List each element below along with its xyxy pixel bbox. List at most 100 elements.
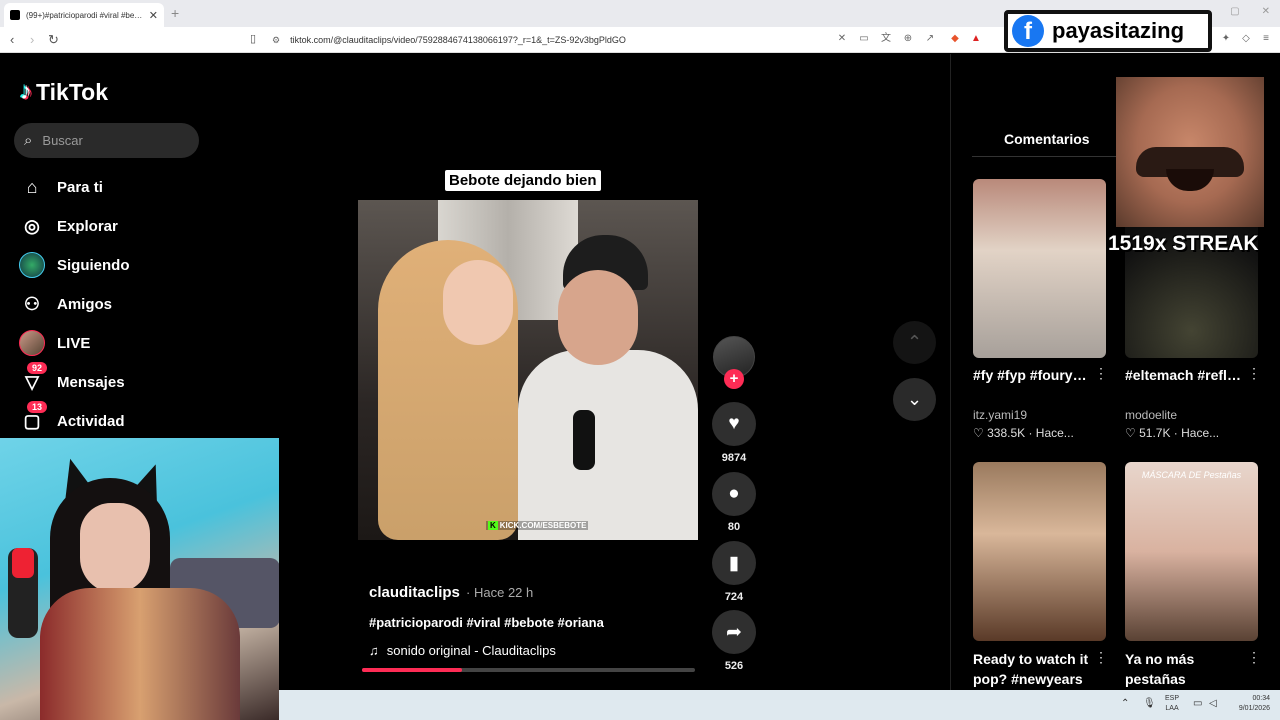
streak-counter: 1519x STREAK (1108, 232, 1259, 255)
friends-icon: ⚇ (23, 293, 41, 314)
sound-name: sonido original - Clauditaclips (386, 643, 556, 658)
comment-count: 80 (727, 521, 741, 533)
brave-shield-icon[interactable]: ◆ (949, 33, 961, 45)
sidebar-item-label: Actividad (57, 412, 125, 430)
tiktok-logo[interactable]: ♪ TikTok (20, 78, 108, 106)
video-hashtags[interactable]: #patricioparodi #viral #bebote #oriana (369, 615, 604, 630)
mic-tray-icon[interactable]: 🎙︎ (1143, 698, 1156, 709)
heart-icon: ♥ (728, 413, 740, 434)
sidebar-item-label: LIVE (57, 334, 91, 352)
sidebar-item-mensajes[interactable]: ▽ 92 Mensajes (18, 362, 208, 397)
tab-title: (99+)#patricioparodi #viral #bebote (26, 10, 143, 20)
extensions-icon[interactable]: ✦ (1220, 33, 1232, 45)
comment-icon: ● (728, 483, 740, 504)
post-time: · Hace 22 h (466, 585, 534, 600)
following-avatar-icon (18, 251, 46, 279)
share-count: 526 (724, 660, 744, 672)
sidebar-item-explorar[interactable]: ◎ Explorar (18, 211, 208, 241)
translate-icon[interactable]: 文 (880, 33, 892, 45)
activity-badge: 13 (27, 401, 48, 413)
webcam-overlay (0, 438, 279, 720)
thumbnail-text: MÁSCARA DE Pestañas (1141, 470, 1242, 480)
sidebar-item-para-ti[interactable]: ⌂ Para ti (18, 172, 208, 202)
windows-taskbar: ⌃ 🎙︎ ▭ ◁ (279, 690, 1280, 720)
tiktok-favicon-icon (10, 10, 20, 20)
maximize-icon[interactable]: ▢ (1230, 6, 1239, 17)
language-indicator[interactable]: ESP LAA (1165, 694, 1179, 714)
card-stats: ♡ 338.5K · Hace... (973, 426, 1074, 440)
site-info-icon[interactable]: ⚙ (272, 35, 280, 46)
share-button[interactable]: ➦ (712, 610, 756, 654)
search-icon: ⌕ (24, 132, 33, 149)
facebook-icon: f (1012, 15, 1044, 47)
card-title[interactable]: #fy #fyp #fouryoupage... (973, 365, 1093, 385)
video-thumbnail[interactable] (973, 462, 1106, 641)
share-icon[interactable]: ↗ (924, 33, 936, 45)
like-count: 9874 (721, 452, 747, 464)
browser-tab[interactable]: (99+)#patricioparodi #viral #bebote ✕ (4, 3, 164, 27)
more-options-icon[interactable]: ⋮ (1094, 649, 1108, 666)
home-icon: ⌂ (26, 176, 38, 197)
video-author[interactable]: clauditaclips · Hace 22 h (369, 584, 533, 601)
sidebar-item-live[interactable]: LIVE (18, 328, 208, 358)
close-window-icon[interactable]: ✕ (1262, 6, 1270, 17)
heart-outline-icon: ♡ (1125, 426, 1140, 440)
tab-close-icon[interactable]: ✕ (149, 9, 158, 22)
more-options-icon[interactable]: ⋮ (1094, 365, 1108, 382)
vpn-icon[interactable]: ◇ (1240, 33, 1252, 45)
card-stats: ♡ 51.7K · Hace... (1125, 426, 1220, 440)
new-tab-button[interactable]: + (171, 5, 179, 21)
volume-icon[interactable]: ◁ (1209, 698, 1217, 709)
kick-watermark: K KICK.COM/ESBEBOTE (486, 521, 589, 530)
zoom-icon[interactable]: ⊕ (902, 33, 914, 45)
save-button[interactable]: ▮ (712, 541, 756, 585)
no-translate-icon[interactable]: ✕ (836, 33, 848, 45)
microphone-icon (8, 548, 38, 638)
sidebar-item-siguiendo[interactable]: Siguiendo (18, 250, 208, 280)
tab-comentarios[interactable]: Comentarios (1004, 131, 1090, 147)
bookmark-icon: ▮ (728, 552, 740, 574)
reload-icon[interactable]: ↻ (48, 32, 59, 48)
back-icon[interactable]: ‹ (10, 32, 14, 47)
video-sound[interactable]: ♫ sonido original - Clauditaclips (369, 643, 556, 658)
logo-text: TikTok (36, 78, 108, 105)
follow-button[interactable]: + (724, 369, 744, 389)
chevron-up-icon: ⌃ (906, 332, 923, 352)
sidebar-item-amigos[interactable]: ⚇ Amigos (18, 289, 208, 319)
tray-chevron-up-icon[interactable]: ⌃ (1121, 698, 1129, 709)
sidebar-item-actividad[interactable]: ▢ 13 Actividad (18, 401, 208, 436)
chevron-down-icon: ⌄ (906, 389, 923, 409)
more-options-icon[interactable]: ⋮ (1247, 365, 1261, 382)
bookmark-icon[interactable]: ▯ (250, 32, 256, 45)
search-input[interactable] (42, 133, 173, 148)
more-options-icon[interactable]: ⋮ (1247, 649, 1261, 666)
video-progress-bar[interactable] (362, 668, 695, 672)
video-thumbnail[interactable]: MÁSCARA DE Pestañas (1125, 462, 1258, 641)
like-button[interactable]: ♥ (712, 402, 756, 446)
share-arrow-icon: ➦ (726, 621, 742, 643)
video-player[interactable]: K KICK.COM/ESBEBOTE (358, 200, 698, 540)
compass-icon: ◎ (24, 215, 40, 236)
card-user[interactable]: itz.yami19 (973, 408, 1027, 422)
sidebar-item-label: Para ti (57, 178, 103, 196)
taskbar-clock[interactable]: 00:34 9/01/2026 (1228, 694, 1270, 714)
live-avatar-icon (18, 329, 46, 357)
forward-icon[interactable]: › (30, 32, 34, 47)
comment-button[interactable]: ● (712, 472, 756, 516)
messages-icon: ▽ 92 (18, 362, 48, 396)
search-box[interactable]: ⌕ (14, 123, 199, 158)
video-thumbnail[interactable] (973, 179, 1106, 358)
messages-badge: 92 (27, 362, 48, 374)
network-icon[interactable]: ▭ (1193, 698, 1202, 709)
music-note-icon: ♫ (369, 643, 379, 658)
card-title[interactable]: #eltemach #reflexion... (1125, 365, 1245, 385)
author-name[interactable]: clauditaclips (369, 584, 460, 601)
previous-video-button[interactable]: ⌃ (893, 321, 936, 364)
next-video-button[interactable]: ⌄ (893, 378, 936, 421)
video-text-overlay: Bebote dejando bien (445, 170, 601, 191)
menu-icon[interactable]: ≡ (1260, 33, 1272, 45)
activity-icon: ▢ 13 (18, 401, 48, 435)
card-user[interactable]: modoelite (1125, 408, 1177, 422)
cast-icon[interactable]: ▭ (858, 33, 870, 45)
rewards-icon[interactable]: ▲ (970, 33, 982, 45)
